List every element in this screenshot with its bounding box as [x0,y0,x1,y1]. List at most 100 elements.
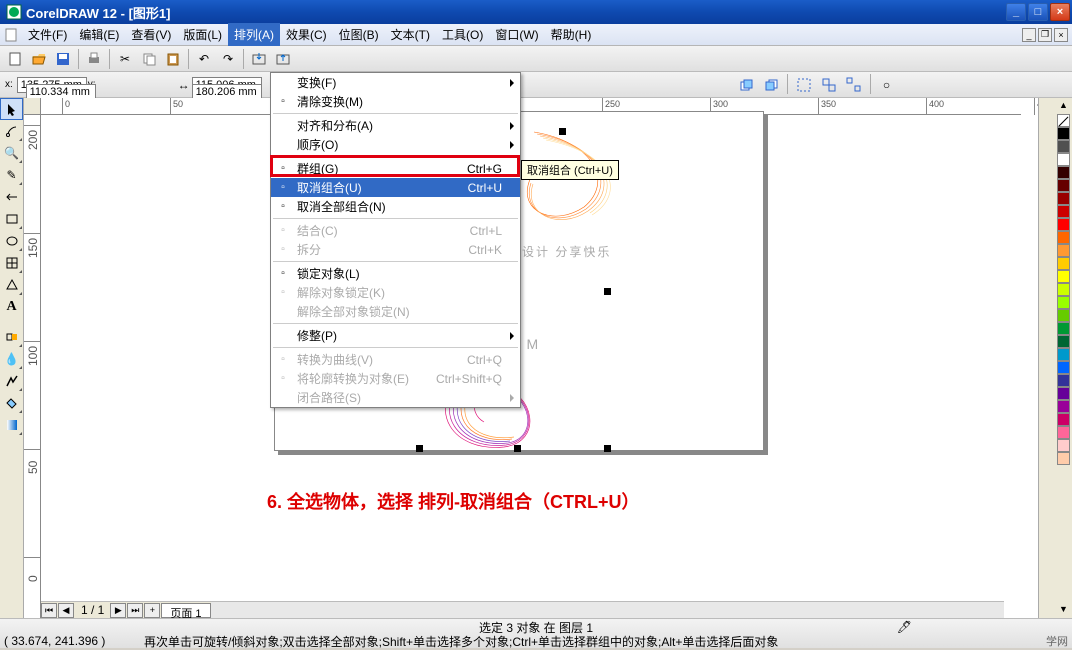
color-swatch[interactable] [1057,153,1070,166]
menu-item-顺序[interactable]: 顺序(O) [271,135,520,154]
cut-button[interactable]: ✂ [114,48,136,70]
color-swatch[interactable] [1057,179,1070,192]
color-swatch[interactable] [1057,166,1070,179]
color-swatch[interactable] [1057,400,1070,413]
color-swatch[interactable] [1057,296,1070,309]
copy-button[interactable] [138,48,160,70]
to-front-button[interactable] [735,74,757,96]
fill-tool[interactable] [0,392,23,414]
color-swatch[interactable] [1057,413,1070,426]
menu-位图[interactable]: 位图(B) [333,23,385,46]
menu-item-修整[interactable]: 修整(P) [271,326,520,345]
menu-item-变换[interactable]: 变换(F) [271,73,520,92]
h-scrollbar[interactable] [211,602,1004,619]
color-swatch[interactable] [1057,257,1070,270]
menu-item-取消组合[interactable]: ▫取消组合(U)Ctrl+U [271,178,520,197]
docker-panel[interactable] [1038,98,1055,618]
menu-版面[interactable]: 版面(L) [177,23,228,46]
menu-工具[interactable]: 工具(O) [436,23,489,46]
color-swatch[interactable] [1057,374,1070,387]
color-swatch[interactable] [1057,387,1070,400]
menu-编辑[interactable]: 编辑(E) [73,23,125,46]
print-button[interactable] [83,48,105,70]
smart-draw-tool[interactable] [0,186,23,208]
ungroup-button[interactable] [818,74,840,96]
next-page[interactable]: ▶ [110,603,126,618]
color-swatch[interactable] [1057,309,1070,322]
color-swatch[interactable] [1057,192,1070,205]
blend-tool[interactable] [0,326,23,348]
color-swatch[interactable] [1057,439,1070,452]
menu-item-锁定对象[interactable]: ▫锁定对象(L) [271,264,520,283]
color-swatch[interactable] [1057,335,1070,348]
to-back-button[interactable] [760,74,782,96]
last-page[interactable]: ⏭ [127,603,143,618]
color-swatch[interactable] [1057,361,1070,374]
save-button[interactable] [52,48,74,70]
zoom-tool[interactable]: 🔍 [0,142,23,164]
menu-窗口[interactable]: 窗口(W) [489,23,544,46]
menu-item-取消全部组合[interactable]: ▫取消全部组合(N) [271,197,520,216]
ungroup-all-button[interactable] [843,74,865,96]
shape-tool[interactable] [0,120,23,142]
handle-bl[interactable] [416,445,423,452]
color-swatch[interactable] [1057,127,1070,140]
freehand-tool[interactable]: ✎ [0,164,23,186]
add-page[interactable]: + [144,603,160,618]
page-tab[interactable]: 页面 1 [161,603,210,618]
color-swatch[interactable] [1057,231,1070,244]
outline-tool[interactable] [0,370,23,392]
rectangle-tool[interactable] [0,208,23,230]
import-button[interactable] [248,48,270,70]
prev-page[interactable]: ◀ [58,603,74,618]
no-fill-swatch[interactable] [1057,114,1070,127]
menu-排列[interactable]: 排列(A) [228,23,280,46]
redo-button[interactable]: ↷ [217,48,239,70]
color-swatch[interactable] [1057,348,1070,361]
close-button[interactable]: × [1050,3,1070,21]
color-swatch[interactable] [1057,322,1070,335]
graph-paper-tool[interactable] [0,252,23,274]
pick-tool[interactable] [0,98,23,120]
color-swatch[interactable] [1057,205,1070,218]
menu-查看[interactable]: 查看(V) [125,23,177,46]
open-button[interactable] [28,48,50,70]
basic-shapes-tool[interactable] [0,274,23,296]
ellipse-tool[interactable] [0,230,23,252]
handle-br[interactable] [604,445,611,452]
color-swatch[interactable] [1057,452,1070,465]
interactive-fill-tool[interactable] [0,414,23,436]
color-swatch[interactable] [1057,140,1070,153]
maximize-button[interactable]: □ [1028,3,1048,21]
undo-button[interactable]: ↶ [193,48,215,70]
menu-效果[interactable]: 效果(C) [280,23,333,46]
handle-bm[interactable] [514,445,521,452]
color-swatch[interactable] [1057,218,1070,231]
export-button[interactable] [272,48,294,70]
menu-item-清除变换[interactable]: ▫清除变换(M) [271,92,520,111]
text-tool[interactable]: A [0,296,23,318]
color-swatch[interactable] [1057,283,1070,296]
menu-帮助[interactable]: 帮助(H) [545,23,598,46]
convert-curves-button[interactable]: ○ [876,74,898,96]
eyedropper-tool[interactable]: 💧 [0,348,23,370]
mdi-close[interactable]: × [1054,28,1068,42]
first-page[interactable]: ⏮ [41,603,57,618]
palette-up[interactable]: ▲ [1059,100,1068,114]
color-swatch[interactable] [1057,426,1070,439]
menu-item-对齐和分布[interactable]: 对齐和分布(A) [271,116,520,135]
handle-tm[interactable] [559,128,566,135]
menu-文件[interactable]: 文件(F) [22,23,73,46]
group-button[interactable] [793,74,815,96]
minimize-button[interactable]: _ [1006,3,1026,21]
menu-item-群组[interactable]: ▫群组(G)Ctrl+G [271,159,520,178]
handle-mr[interactable] [604,288,611,295]
mdi-restore[interactable]: ❐ [1038,28,1052,42]
menu-文本[interactable]: 文本(T) [385,23,436,46]
new-button[interactable] [4,48,26,70]
palette-down[interactable]: ▼ [1059,604,1068,618]
paste-button[interactable] [162,48,184,70]
mdi-minimize[interactable]: _ [1022,28,1036,42]
color-swatch[interactable] [1057,244,1070,257]
color-swatch[interactable] [1057,270,1070,283]
